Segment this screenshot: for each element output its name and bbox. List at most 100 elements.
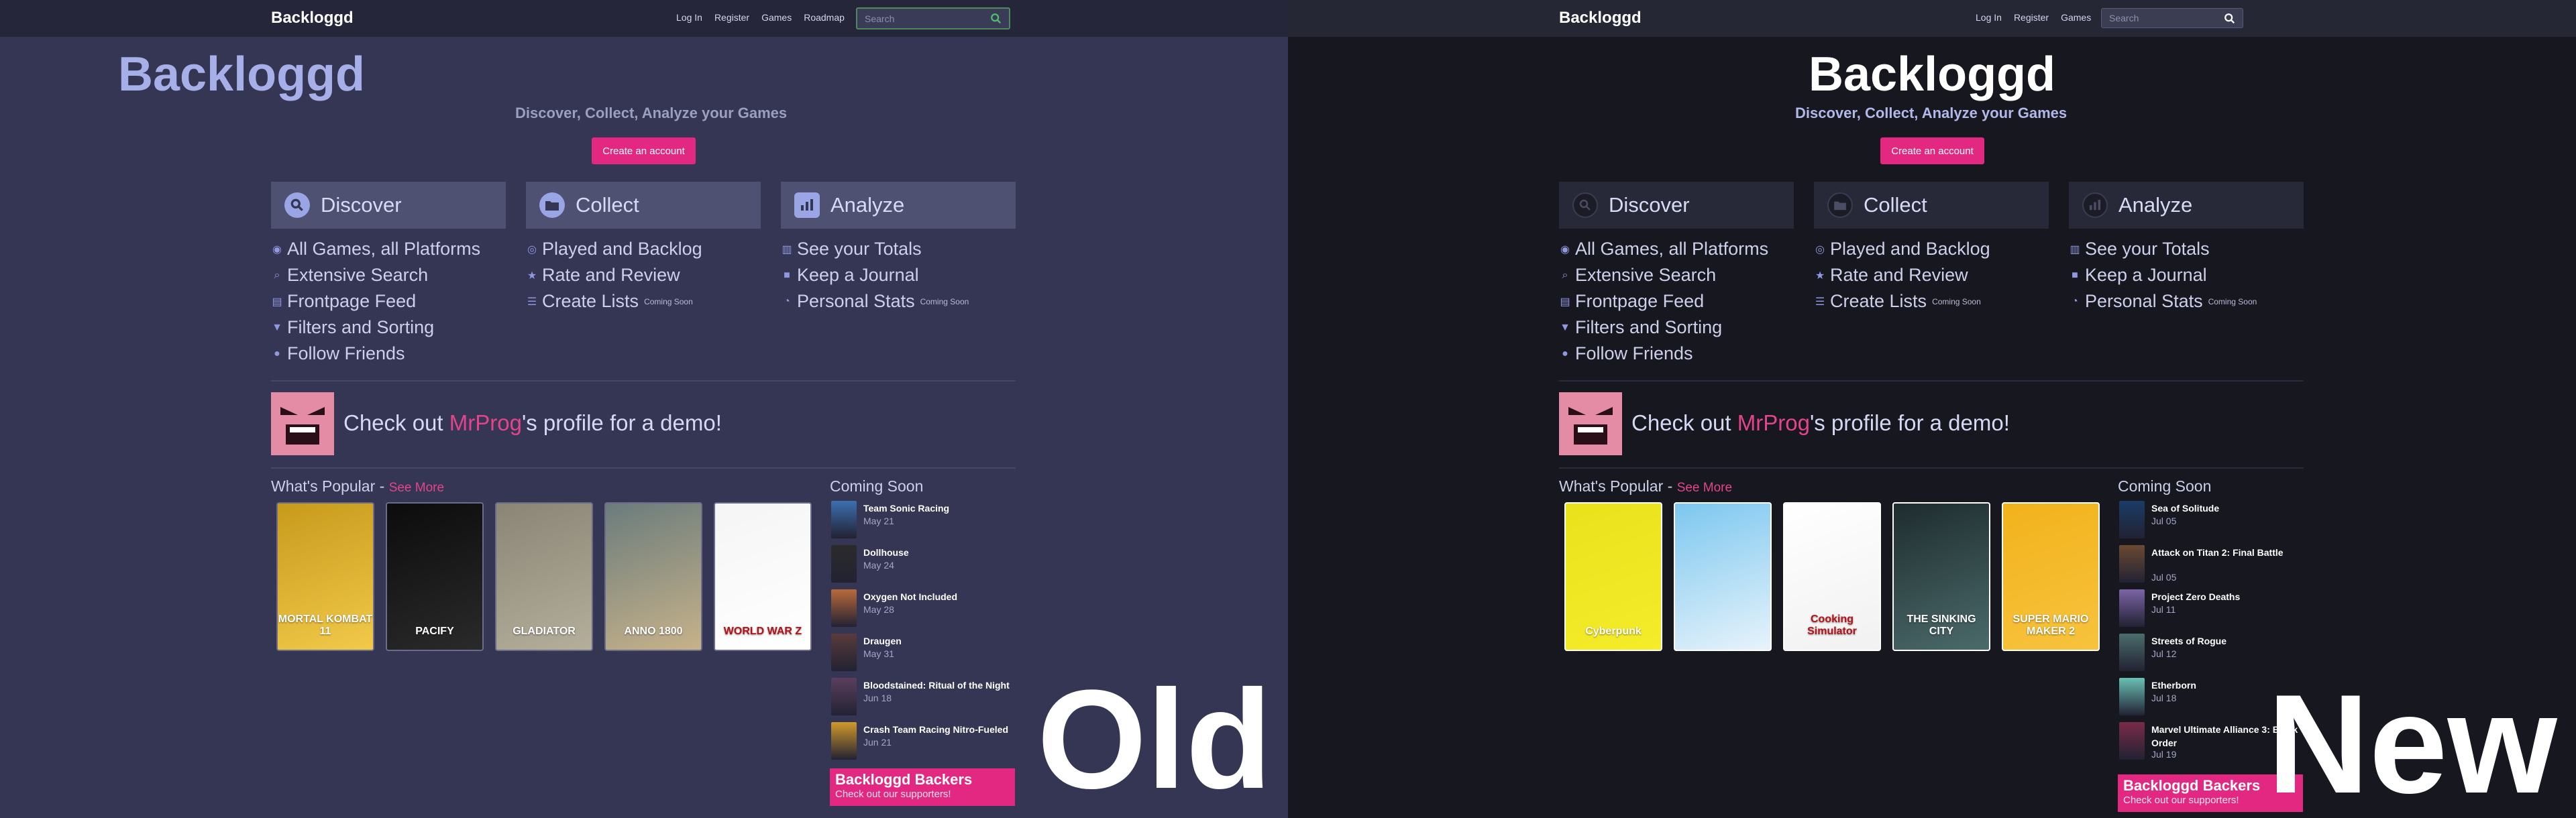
nav-games[interactable]: Games (2061, 12, 2091, 23)
discover-feature-list: ◉ All Games, all Platforms ⌕ Extensive Sea… (271, 236, 480, 367)
game-thumbnail[interactable] (831, 589, 857, 627)
game-name[interactable]: Sea of Solitude (2151, 502, 2306, 515)
game-cover[interactable]: THE SINKING CITY (1892, 502, 1990, 651)
demo-callout: Check out MrProg's profile for a demo! (1631, 410, 2010, 435)
list-item: ▥ See your Totals (2070, 239, 2210, 259)
coming-soon-item[interactable]: Attack on Titan 2: Final Battle Jul 05 (2119, 545, 2307, 587)
game-thumbnail[interactable] (2119, 678, 2145, 715)
feature-title: Discover (321, 193, 402, 217)
game-name[interactable]: Attack on Titan 2: Final Battle (2151, 546, 2306, 559)
nav-games[interactable]: Games (761, 12, 792, 23)
game-cover[interactable]: Cyberpunk (1564, 502, 1662, 651)
list-item: ▤ Frontpage Feed (1560, 291, 1705, 311)
coming-soon-heading: Coming Soon (830, 477, 924, 495)
search-input[interactable]: Search (2101, 8, 2243, 28)
magnifier-icon (1572, 192, 1598, 218)
pie-chart-icon: ◔ (784, 295, 790, 307)
list-item: ◔ Personal Stats Coming Soon (2069, 288, 2257, 314)
game-cover[interactable]: MORTAL KOMBAT 11 (276, 502, 374, 651)
coming-soon-item[interactable]: Oxygen Not Included May 28 (831, 589, 1019, 631)
see-more-link[interactable]: See More (389, 481, 444, 495)
game-thumbnail[interactable] (831, 634, 857, 671)
divider (271, 467, 1016, 469)
nav-login[interactable]: Log In (1976, 12, 2002, 23)
nav-roadmap[interactable]: Roadmap (804, 12, 845, 23)
list-item: ★ Rate and Review (527, 265, 680, 285)
game-cover[interactable]: Cooking Simulator (1783, 502, 1881, 651)
game-name[interactable]: Streets of Rogue (2151, 634, 2306, 648)
star-icon: ★ (1815, 270, 1825, 282)
game-cover[interactable] (1674, 502, 1772, 651)
game-name[interactable]: Crash Team Racing Nitro-Fueled (863, 723, 1018, 736)
demo-user-link[interactable]: MrProg (1737, 410, 1810, 435)
magnifier-icon (284, 192, 310, 218)
game-thumbnail[interactable] (831, 678, 857, 715)
game-name[interactable]: Oxygen Not Included (863, 590, 1018, 603)
game-cover-title: WORLD WAR Z (723, 626, 802, 637)
game-thumbnail[interactable] (831, 545, 857, 583)
release-date: Jul 19 (2151, 749, 2177, 760)
game-cover[interactable]: SUPER MARIO MAKER 2 (2002, 502, 2100, 651)
brand-logo[interactable]: Backloggd (1559, 9, 1642, 27)
brand-logo[interactable]: Backloggd (271, 9, 354, 27)
game-cover-title: Cooking Simulator (1807, 614, 1857, 637)
top-navbar: Backloggd Log In Register Games Roadmap … (1288, 0, 2576, 37)
release-date: Jul 05 (2151, 516, 2177, 526)
coming-soon-item[interactable]: Dollhouse May 24 (831, 545, 1019, 587)
release-date: May 24 (863, 560, 894, 571)
game-cover[interactable]: WORLD WAR Z (714, 502, 812, 651)
release-date: May 31 (863, 648, 894, 659)
game-cover[interactable]: PACIFY (386, 502, 484, 651)
demo-user-link[interactable]: MrProg (449, 410, 522, 435)
feed-icon: ▤ (1560, 296, 1570, 308)
game-cover-title: ANNO 1800 (624, 626, 683, 637)
coming-soon-item[interactable]: Crash Team Racing Nitro-Fueled Jun 21 (831, 722, 1019, 764)
feed-icon: ▤ (272, 296, 282, 308)
coming-soon-item[interactable]: Project Zero Deaths Jul 11 (2119, 589, 2307, 631)
coming-soon-heading: Coming Soon (2118, 477, 2212, 495)
avatar[interactable] (271, 392, 334, 455)
coming-soon-item[interactable]: Bloodstained: Ritual of the Night Jun 18 (831, 678, 1019, 719)
search-icon: ⌕ (274, 269, 280, 281)
game-thumbnail[interactable] (2119, 722, 2145, 760)
nav-register[interactable]: Register (2014, 12, 2049, 23)
backers-banner[interactable]: Backloggd Backers Check out our supporte… (830, 768, 1015, 806)
game-name[interactable]: Team Sonic Racing (863, 502, 1018, 515)
create-account-button[interactable]: Create an account (592, 137, 696, 164)
feature-card-discover: Discover (271, 182, 506, 229)
coming-soon-item[interactable]: Draugen May 31 (831, 634, 1019, 675)
list-item: ◎ Played and Backlog (526, 236, 702, 262)
hero-subtitle: Discover, Collect, Analyze your Games (1795, 105, 2068, 121)
list-item: ⌕ Extensive Search (271, 262, 480, 288)
see-more-link[interactable]: See More (1677, 481, 1732, 495)
users-icon: ● (274, 347, 280, 359)
game-thumbnail[interactable] (2119, 589, 2145, 627)
create-account-button[interactable]: Create an account (1880, 137, 1984, 164)
game-thumbnail[interactable] (831, 501, 857, 538)
game-name[interactable]: Draugen (863, 634, 1018, 648)
game-name[interactable]: Bloodstained: Ritual of the Night (863, 679, 1018, 692)
game-thumbnail[interactable] (2119, 545, 2145, 583)
game-cover[interactable]: GLADIATOR (495, 502, 593, 651)
nav-login[interactable]: Log In (676, 12, 702, 23)
hero-title: Backloggd (117, 48, 366, 101)
hero-title: Backloggd (1808, 48, 2056, 101)
nav-register[interactable]: Register (714, 12, 749, 23)
coming-soon-tag: Coming Soon (920, 296, 969, 306)
game-thumbnail[interactable] (831, 722, 857, 760)
release-date: Jul 18 (2151, 693, 2177, 703)
search-icon[interactable] (2224, 13, 2236, 25)
bar-chart-icon: ▥ (782, 243, 792, 255)
avatar[interactable] (1559, 392, 1622, 455)
coming-soon-item[interactable]: Sea of Solitude Jul 05 (2119, 501, 2307, 542)
game-name[interactable]: Dollhouse (863, 546, 1018, 559)
coming-soon-item[interactable]: Team Sonic Racing May 21 (831, 501, 1019, 542)
game-name[interactable]: Project Zero Deaths (2151, 590, 2306, 603)
game-thumbnail[interactable] (2119, 501, 2145, 538)
search-icon[interactable] (990, 13, 1002, 25)
search-input[interactable]: Search (856, 7, 1010, 30)
game-thumbnail[interactable] (2119, 634, 2145, 671)
popular-heading: What's Popular - See More (1559, 477, 1733, 495)
coming-soon-tag: Coming Soon (644, 296, 693, 306)
game-cover[interactable]: ANNO 1800 (604, 502, 702, 651)
